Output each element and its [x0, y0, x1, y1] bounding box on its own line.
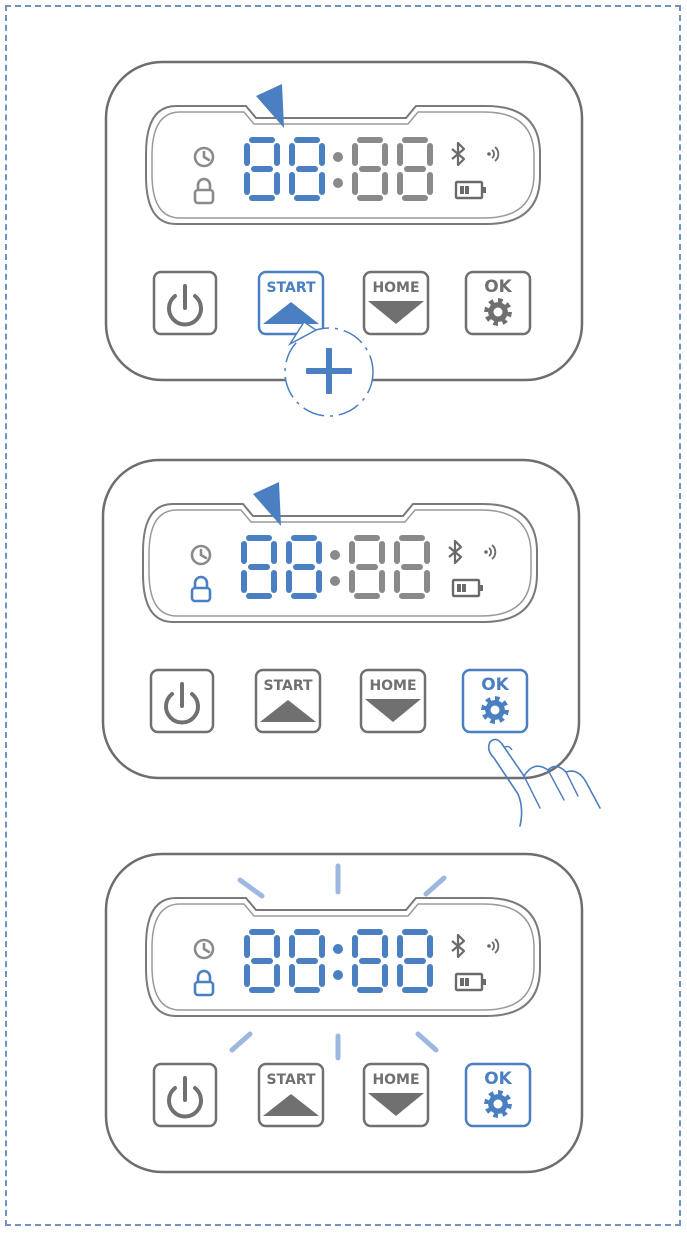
page-frame — [5, 5, 681, 1226]
instruction-diagram: START HOME OK START HOME OK START HOME OK — [0, 0, 687, 1232]
